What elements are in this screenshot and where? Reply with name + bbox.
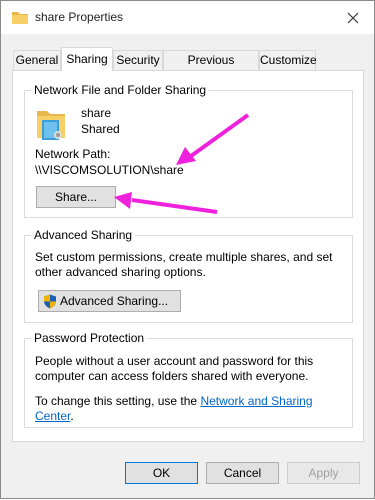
title-bar: share Properties xyxy=(1,1,374,34)
uac-shield-icon xyxy=(43,294,57,309)
password-protection-description: People without a user account and passwo… xyxy=(35,354,314,383)
apply-button[interactable]: Apply xyxy=(287,462,360,484)
password-protection-group: Password Protection People without a use… xyxy=(24,331,353,428)
window-title: share Properties xyxy=(35,10,124,24)
sharing-tab-panel: Network File and Folder Sharing share Sh… xyxy=(12,70,364,442)
tab-general[interactable]: General xyxy=(13,50,61,70)
properties-dialog: share Properties General Sharing Securit… xyxy=(0,0,375,499)
network-path-value: \\VISCOMSOLUTION\share xyxy=(35,163,184,177)
share-button[interactable]: Share... xyxy=(36,186,116,208)
folder-share-status: Shared xyxy=(81,122,120,136)
password-protection-legend: Password Protection xyxy=(31,331,148,345)
advanced-sharing-button[interactable]: Advanced Sharing... xyxy=(38,290,181,312)
tab-previous-versions[interactable]: Previous Versions xyxy=(163,50,259,85)
shared-folder-icon xyxy=(35,107,67,141)
sharing-center-text: To change this setting, use the Network … xyxy=(35,394,350,424)
ok-button[interactable]: OK xyxy=(125,462,198,484)
advanced-sharing-description: Set custom permissions, create multiple … xyxy=(35,250,333,279)
advanced-sharing-button-label: Advanced Sharing... xyxy=(60,294,169,308)
tab-customize[interactable]: Customize xyxy=(259,50,317,70)
sharing-center-suffix: . xyxy=(70,409,74,423)
folder-name: share xyxy=(81,106,112,120)
tab-sharing[interactable]: Sharing xyxy=(61,47,113,71)
network-sharing-group: Network File and Folder Sharing share Sh… xyxy=(24,83,353,218)
cancel-button[interactable]: Cancel xyxy=(206,462,279,484)
sharing-center-prefix: To change this setting, use the xyxy=(35,394,201,408)
advanced-sharing-legend: Advanced Sharing xyxy=(31,228,136,242)
close-button[interactable] xyxy=(340,7,366,29)
network-path-label: Network Path: xyxy=(35,147,111,161)
close-icon xyxy=(347,12,359,24)
folder-icon xyxy=(11,9,29,25)
advanced-sharing-group: Advanced Sharing Set custom permissions,… xyxy=(24,228,353,323)
network-sharing-legend: Network File and Folder Sharing xyxy=(31,83,210,97)
tab-security[interactable]: Security xyxy=(113,50,163,70)
